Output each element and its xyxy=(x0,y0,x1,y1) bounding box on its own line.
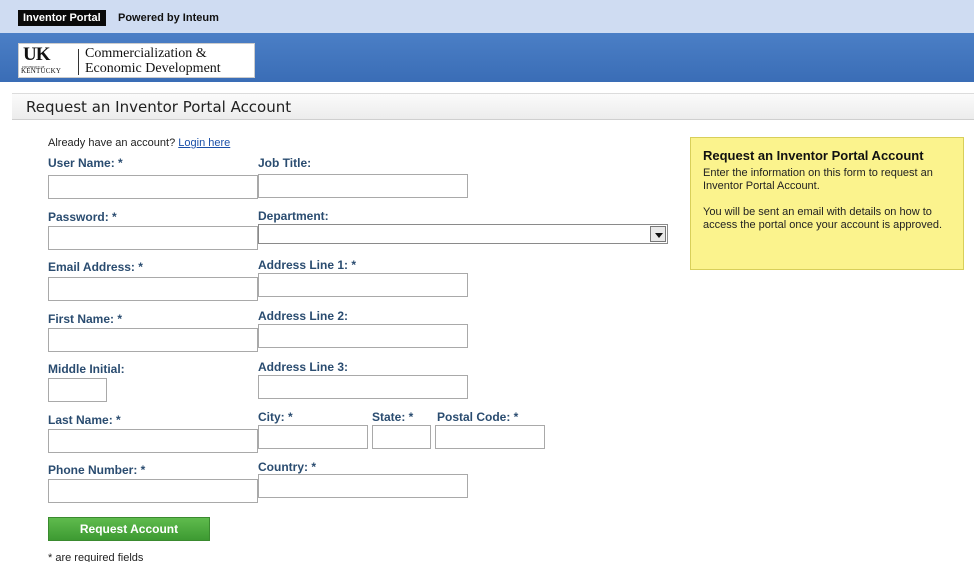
logo-line2: Economic Development xyxy=(85,61,221,76)
address-line3-label: Address Line 3: xyxy=(258,360,349,374)
logo-divider xyxy=(78,49,79,75)
email-label: Email Address: * xyxy=(48,260,143,274)
last-name-input[interactable] xyxy=(48,429,258,453)
middle-initial-label: Middle Initial: xyxy=(48,362,125,376)
last-name-label: Last Name: * xyxy=(48,413,121,427)
address-line2-label: Address Line 2: xyxy=(258,309,349,323)
login-prompt: Already have an account? Login here xyxy=(48,137,230,149)
password-input[interactable] xyxy=(48,226,258,250)
login-prompt-text: Already have an account? xyxy=(48,137,179,149)
uk-logo[interactable]: UK UNIVERSITY OF KENTUCKY Commercializat… xyxy=(18,43,255,78)
job-title-label: Job Title: xyxy=(258,156,312,170)
first-name-input[interactable] xyxy=(48,328,258,352)
info-box-title: Request an Inventor Portal Account xyxy=(703,148,924,163)
chevron-down-icon[interactable] xyxy=(650,226,666,242)
request-account-button[interactable]: Request Account xyxy=(48,517,210,541)
logo-line1: Commercialization & xyxy=(85,46,207,61)
country-input[interactable] xyxy=(258,474,468,498)
logo-kentucky-text: KENTUCKY xyxy=(21,67,62,75)
info-box-text-2: You will be sent an email with details o… xyxy=(703,206,943,231)
middle-initial-input[interactable] xyxy=(48,378,107,402)
job-title-input[interactable] xyxy=(258,174,468,198)
page-heading-bar: Request an Inventor Portal Account xyxy=(12,93,974,120)
login-link[interactable]: Login here xyxy=(178,137,230,149)
department-select[interactable] xyxy=(258,224,668,244)
city-label: City: * xyxy=(258,410,293,424)
country-label: Country: * xyxy=(258,460,316,474)
page-title: Request an Inventor Portal Account xyxy=(26,98,292,116)
email-input[interactable] xyxy=(48,277,258,301)
inventor-portal-tag[interactable]: Inventor Portal xyxy=(18,10,106,26)
address-line2-input[interactable] xyxy=(258,324,468,348)
address-line3-input[interactable] xyxy=(258,375,468,399)
user-name-input[interactable] xyxy=(48,175,258,199)
phone-label: Phone Number: * xyxy=(48,463,146,477)
info-box: Request an Inventor Portal Account Enter… xyxy=(690,137,964,270)
city-input[interactable] xyxy=(258,425,368,449)
state-label: State: * xyxy=(372,410,414,424)
top-bar: Inventor Portal Powered by Inteum xyxy=(0,0,974,33)
user-name-label: User Name: * xyxy=(48,156,123,170)
phone-input[interactable] xyxy=(48,479,258,503)
password-label: Password: * xyxy=(48,210,117,224)
first-name-label: First Name: * xyxy=(48,312,123,326)
postal-code-label: Postal Code: * xyxy=(437,410,519,424)
required-fields-note: * are required fields xyxy=(48,552,144,562)
state-input[interactable] xyxy=(372,425,431,449)
powered-by-label: Powered by Inteum xyxy=(118,12,219,24)
postal-code-input[interactable] xyxy=(435,425,545,449)
logo-uk-text: UK xyxy=(23,44,50,65)
address-line1-input[interactable] xyxy=(258,273,468,297)
address-line1-label: Address Line 1: * xyxy=(258,258,357,272)
info-box-text-1: Enter the information on this form to re… xyxy=(703,167,933,192)
department-label: Department: xyxy=(258,209,329,223)
